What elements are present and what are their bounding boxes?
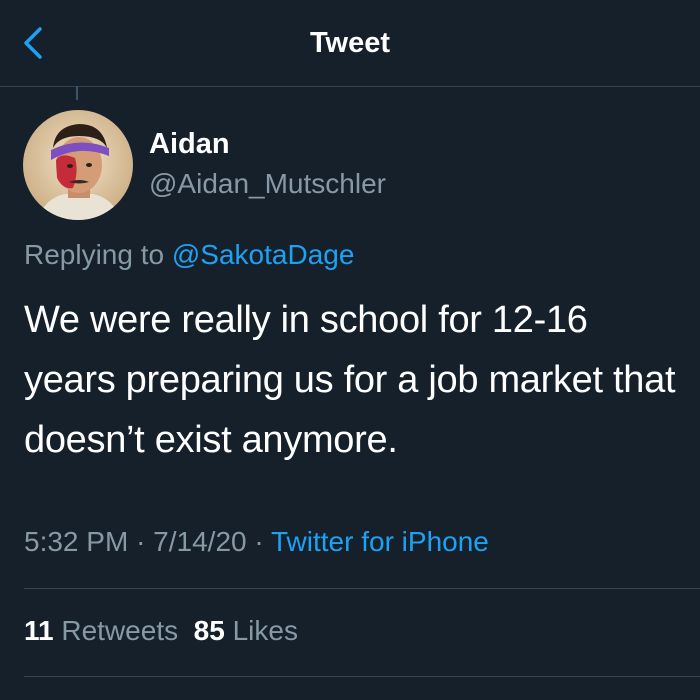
likes-count: 85 [193,615,225,646]
divider [24,676,700,677]
likes-stat[interactable]: 85 Likes [194,615,298,646]
engagement-stats: 11 Retweets 85 Likes [24,611,298,651]
author-display-name[interactable]: Aidan [149,126,230,162]
reply-mention-link[interactable]: @SakotaDage [172,239,355,270]
author-handle[interactable]: @Aidan_Mutschler [149,166,386,202]
retweets-label: Retweets [61,615,179,646]
page-title: Tweet [309,27,391,59]
meta-separator: · [254,526,264,557]
retweets-stat[interactable]: 11 Retweets [24,615,178,646]
tweet-date: 7/14/20 [153,526,247,557]
tweet-metadata: 5:32 PM · 7/14/20 · Twitter for iPhone [24,522,489,562]
nav-bar: Tweet [0,0,700,87]
tweet-text: We were really in school for 12-16 years… [24,299,676,461]
meta-separator: · [136,526,146,557]
divider [24,588,700,589]
tweet-detail-screen: Tweet Aidan @Aidan_Mutschler Replying to… [0,0,700,700]
tweet-time: 5:32 PM [24,526,129,557]
tweet-source-link[interactable]: Twitter for iPhone [271,526,489,557]
thread-connector-line [76,86,78,100]
replying-to-label: Replying to [24,239,165,270]
retweets-count: 11 [24,615,54,646]
avatar[interactable] [23,110,133,220]
likes-label: Likes [232,615,298,646]
replying-to-line: Replying to @SakotaDage [24,236,354,274]
avatar-image [23,110,133,220]
